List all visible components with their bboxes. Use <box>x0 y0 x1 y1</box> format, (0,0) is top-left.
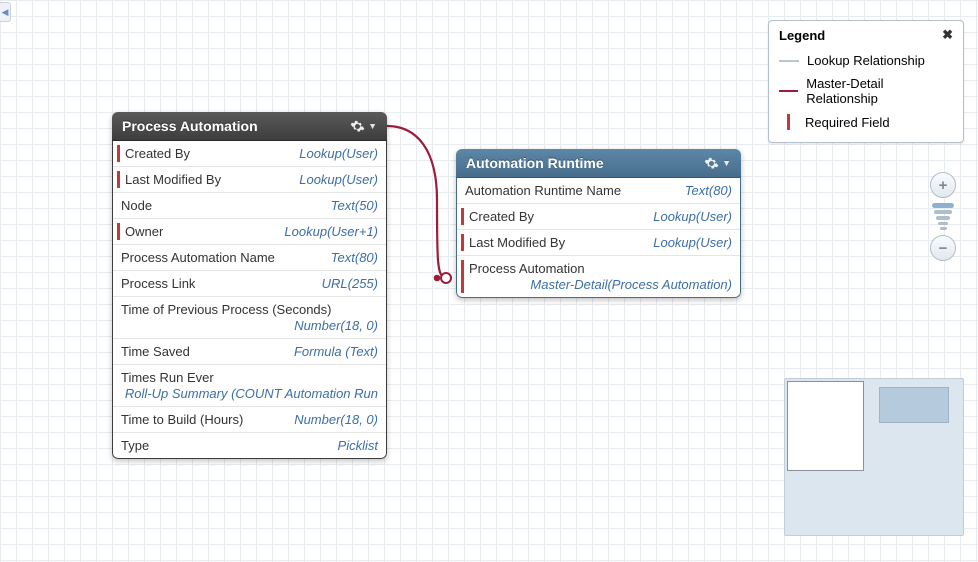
field-type: Text(80) <box>331 250 378 265</box>
field-row[interactable]: Process Link URL(255) <box>113 271 386 297</box>
field-type: Lookup(User) <box>299 146 378 161</box>
field-type: Number(18, 0) <box>294 412 378 427</box>
field-row[interactable]: Created By Lookup(User) <box>457 204 740 230</box>
legend-swatch <box>787 114 790 130</box>
field-type: Number(18, 0) <box>121 318 378 333</box>
field-row[interactable]: Time Saved Formula (Text) <box>113 339 386 365</box>
field-label: Automation Runtime Name <box>465 183 621 198</box>
zoom-in-button[interactable]: + <box>930 172 956 198</box>
gear-icon <box>704 156 719 171</box>
entity-header[interactable]: Process Automation ▼ <box>112 112 387 141</box>
field-row[interactable]: Owner Lookup(User+1) <box>113 219 386 245</box>
legend-close-button[interactable]: ✖ <box>942 27 953 43</box>
minimap-viewport[interactable] <box>787 381 864 471</box>
entity-menu-button[interactable]: ▼ <box>704 156 731 171</box>
field-type: URL(255) <box>322 276 378 291</box>
legend-item: Master-Detail Relationship <box>779 72 953 110</box>
entity-title: Process Automation <box>122 118 258 134</box>
field-label: Created By <box>469 209 534 224</box>
field-label: Time to Build (Hours) <box>121 412 243 427</box>
field-row[interactable]: Time to Build (Hours) Number(18, 0) <box>113 407 386 433</box>
legend-swatch <box>779 60 799 62</box>
field-label: Last Modified By <box>125 172 221 187</box>
legend-item: Required Field <box>779 110 953 134</box>
field-row[interactable]: Last Modified By Lookup(User) <box>457 230 740 256</box>
legend-label: Master-Detail Relationship <box>806 76 953 106</box>
field-label: Process Link <box>121 276 195 291</box>
collapse-panel-button[interactable]: ◀ <box>0 2 11 22</box>
zoom-control: + − <box>930 172 956 261</box>
field-label: Process Automation <box>469 261 732 276</box>
field-type: Lookup(User) <box>653 209 732 224</box>
field-label: Node <box>121 198 152 213</box>
field-label: Process Automation Name <box>121 250 275 265</box>
master-detail-connector <box>387 120 467 290</box>
field-type: Formula (Text) <box>294 344 378 359</box>
field-row[interactable]: Node Text(50) <box>113 193 386 219</box>
minimap-node <box>879 387 949 423</box>
zoom-slider[interactable] <box>932 201 954 232</box>
entity-process-automation[interactable]: Process Automation ▼ Created By Lookup(Us… <box>112 112 387 459</box>
legend-swatch <box>779 90 798 92</box>
legend-item: Lookup Relationship <box>779 49 953 72</box>
minimap[interactable] <box>784 378 964 536</box>
entity-title: Automation Runtime <box>466 155 604 171</box>
field-row[interactable]: Created By Lookup(User) <box>113 141 386 167</box>
legend-label: Lookup Relationship <box>807 53 925 68</box>
field-type: Master-Detail(Process Automation) <box>469 277 732 292</box>
field-type: Text(80) <box>685 183 732 198</box>
entity-field-list: Automation Runtime Name Text(80) Created B… <box>456 178 741 298</box>
field-label: Times Run Ever <box>121 370 378 385</box>
field-row[interactable]: Process AutomationMaster-Detail(Process … <box>457 256 740 297</box>
field-row[interactable]: Process Automation Name Text(80) <box>113 245 386 271</box>
field-row[interactable]: Type Picklist <box>113 433 386 458</box>
entity-automation-runtime[interactable]: Automation Runtime ▼ Automation Runtime … <box>456 149 741 298</box>
field-label: Owner <box>125 224 163 239</box>
field-label: Created By <box>125 146 190 161</box>
chevron-down-icon: ▼ <box>368 121 377 131</box>
entity-field-list: Created By Lookup(User) Last Modified By Lo… <box>112 141 387 459</box>
field-type: Roll-Up Summary (COUNT Automation Run <box>121 386 378 401</box>
field-label: Time Saved <box>121 344 190 359</box>
chevron-down-icon: ▼ <box>722 158 731 168</box>
entity-menu-button[interactable]: ▼ <box>350 119 377 134</box>
field-row[interactable]: Last Modified By Lookup(User) <box>113 167 386 193</box>
field-type: Lookup(User) <box>299 172 378 187</box>
field-row[interactable]: Times Run EverRoll-Up Summary (COUNT Aut… <box>113 365 386 407</box>
legend-panel: Legend ✖ Lookup Relationship Master-Detai… <box>768 20 964 143</box>
zoom-out-button[interactable]: − <box>930 235 956 261</box>
field-row[interactable]: Automation Runtime Name Text(80) <box>457 178 740 204</box>
field-type: Lookup(User) <box>653 235 732 250</box>
field-label: Type <box>121 438 149 453</box>
field-row[interactable]: Time of Previous Process (Seconds)Number… <box>113 297 386 339</box>
field-label: Time of Previous Process (Seconds) <box>121 302 378 317</box>
field-type: Picklist <box>338 438 378 453</box>
legend-title: Legend <box>779 28 825 43</box>
legend-label: Required Field <box>805 115 890 130</box>
gear-icon <box>350 119 365 134</box>
field-type: Text(50) <box>331 198 378 213</box>
field-label: Last Modified By <box>469 235 565 250</box>
entity-header[interactable]: Automation Runtime ▼ <box>456 149 741 178</box>
field-type: Lookup(User+1) <box>284 224 378 239</box>
